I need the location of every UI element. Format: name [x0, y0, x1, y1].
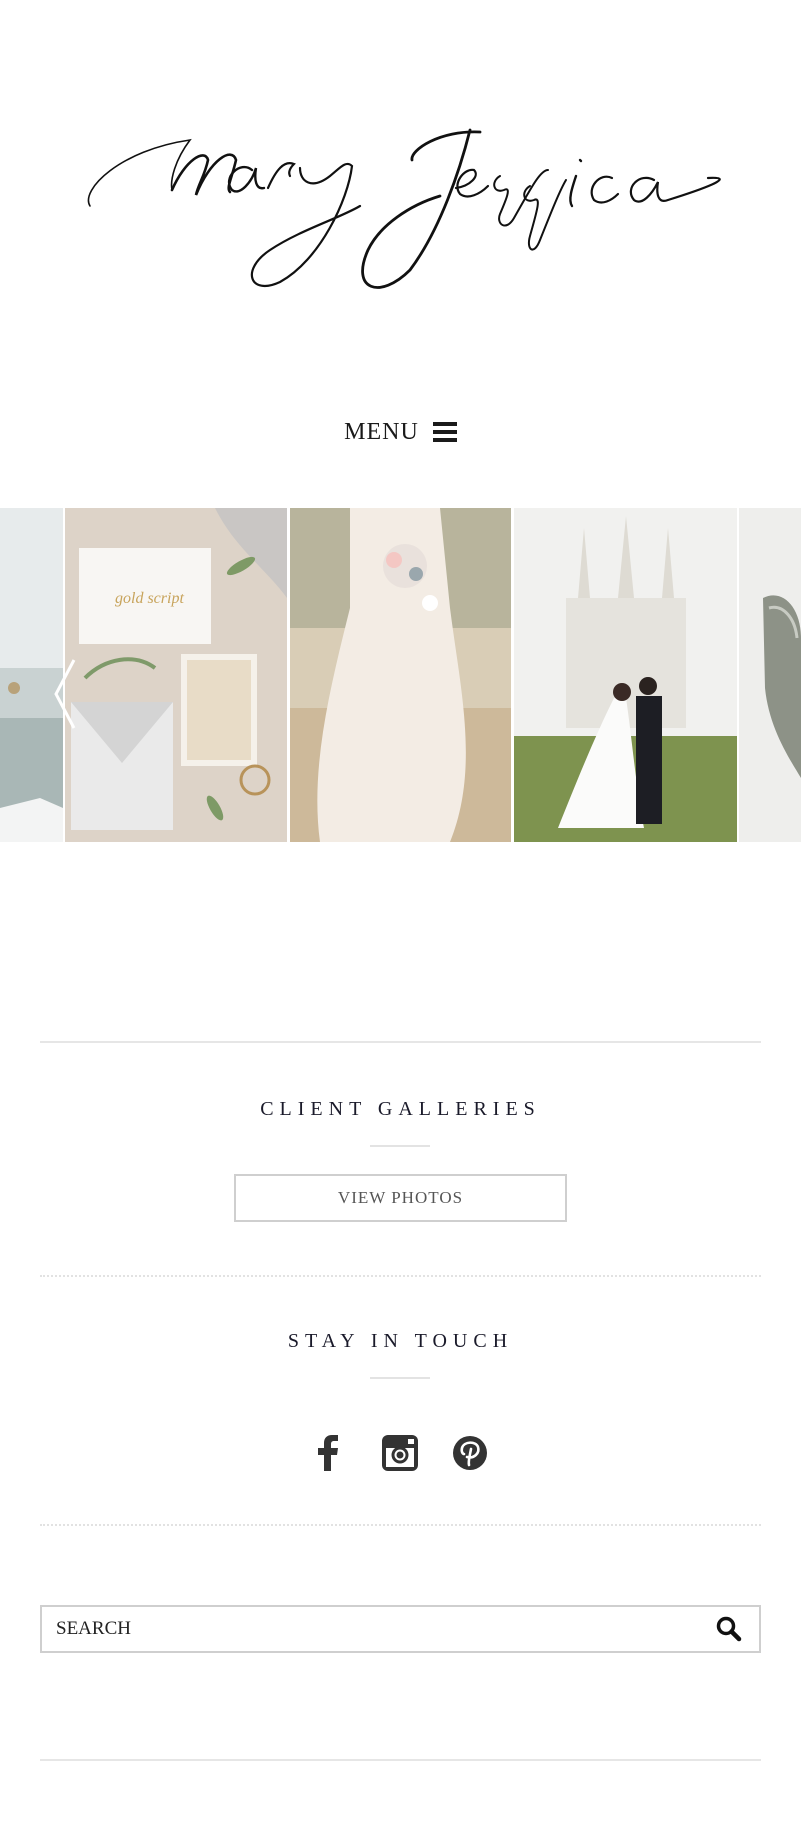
carousel-slide-invitation[interactable]: gold script [65, 508, 287, 842]
dotted-divider [40, 1524, 761, 1526]
site-logo[interactable] [0, 0, 801, 320]
social-links [0, 1430, 801, 1476]
facebook-icon[interactable] [308, 1430, 348, 1476]
search-input[interactable] [42, 1607, 699, 1651]
dotted-divider [40, 1275, 761, 1277]
carousel-slide-shoes[interactable] [739, 508, 801, 842]
view-photos-button[interactable]: VIEW PHOTOS [234, 1174, 567, 1222]
search-icon[interactable] [699, 1607, 759, 1651]
mary-jessica-script-logo [87, 128, 721, 289]
search-form [40, 1605, 761, 1653]
title-underline [370, 1377, 430, 1379]
client-galleries-title: CLIENT GALLERIES [260, 1098, 541, 1120]
menu-button[interactable]: MENU [0, 412, 801, 452]
chevron-left-icon[interactable] [52, 656, 78, 732]
menu-label: MENU [344, 418, 419, 445]
carousel-slide-bride-bouquet[interactable] [290, 508, 511, 842]
svg-text:gold script: gold script [115, 590, 184, 607]
photo-carousel[interactable]: gold script [0, 508, 801, 842]
footer-divider [40, 1759, 761, 1761]
hamburger-icon [432, 422, 457, 442]
divider [40, 1041, 761, 1043]
instagram-icon[interactable] [380, 1430, 420, 1476]
stay-in-touch-title: STAY IN TOUCH [287, 1330, 514, 1352]
carousel-slide-temple-couple[interactable] [514, 508, 737, 842]
pinterest-icon[interactable] [450, 1430, 490, 1476]
title-underline [370, 1145, 430, 1147]
